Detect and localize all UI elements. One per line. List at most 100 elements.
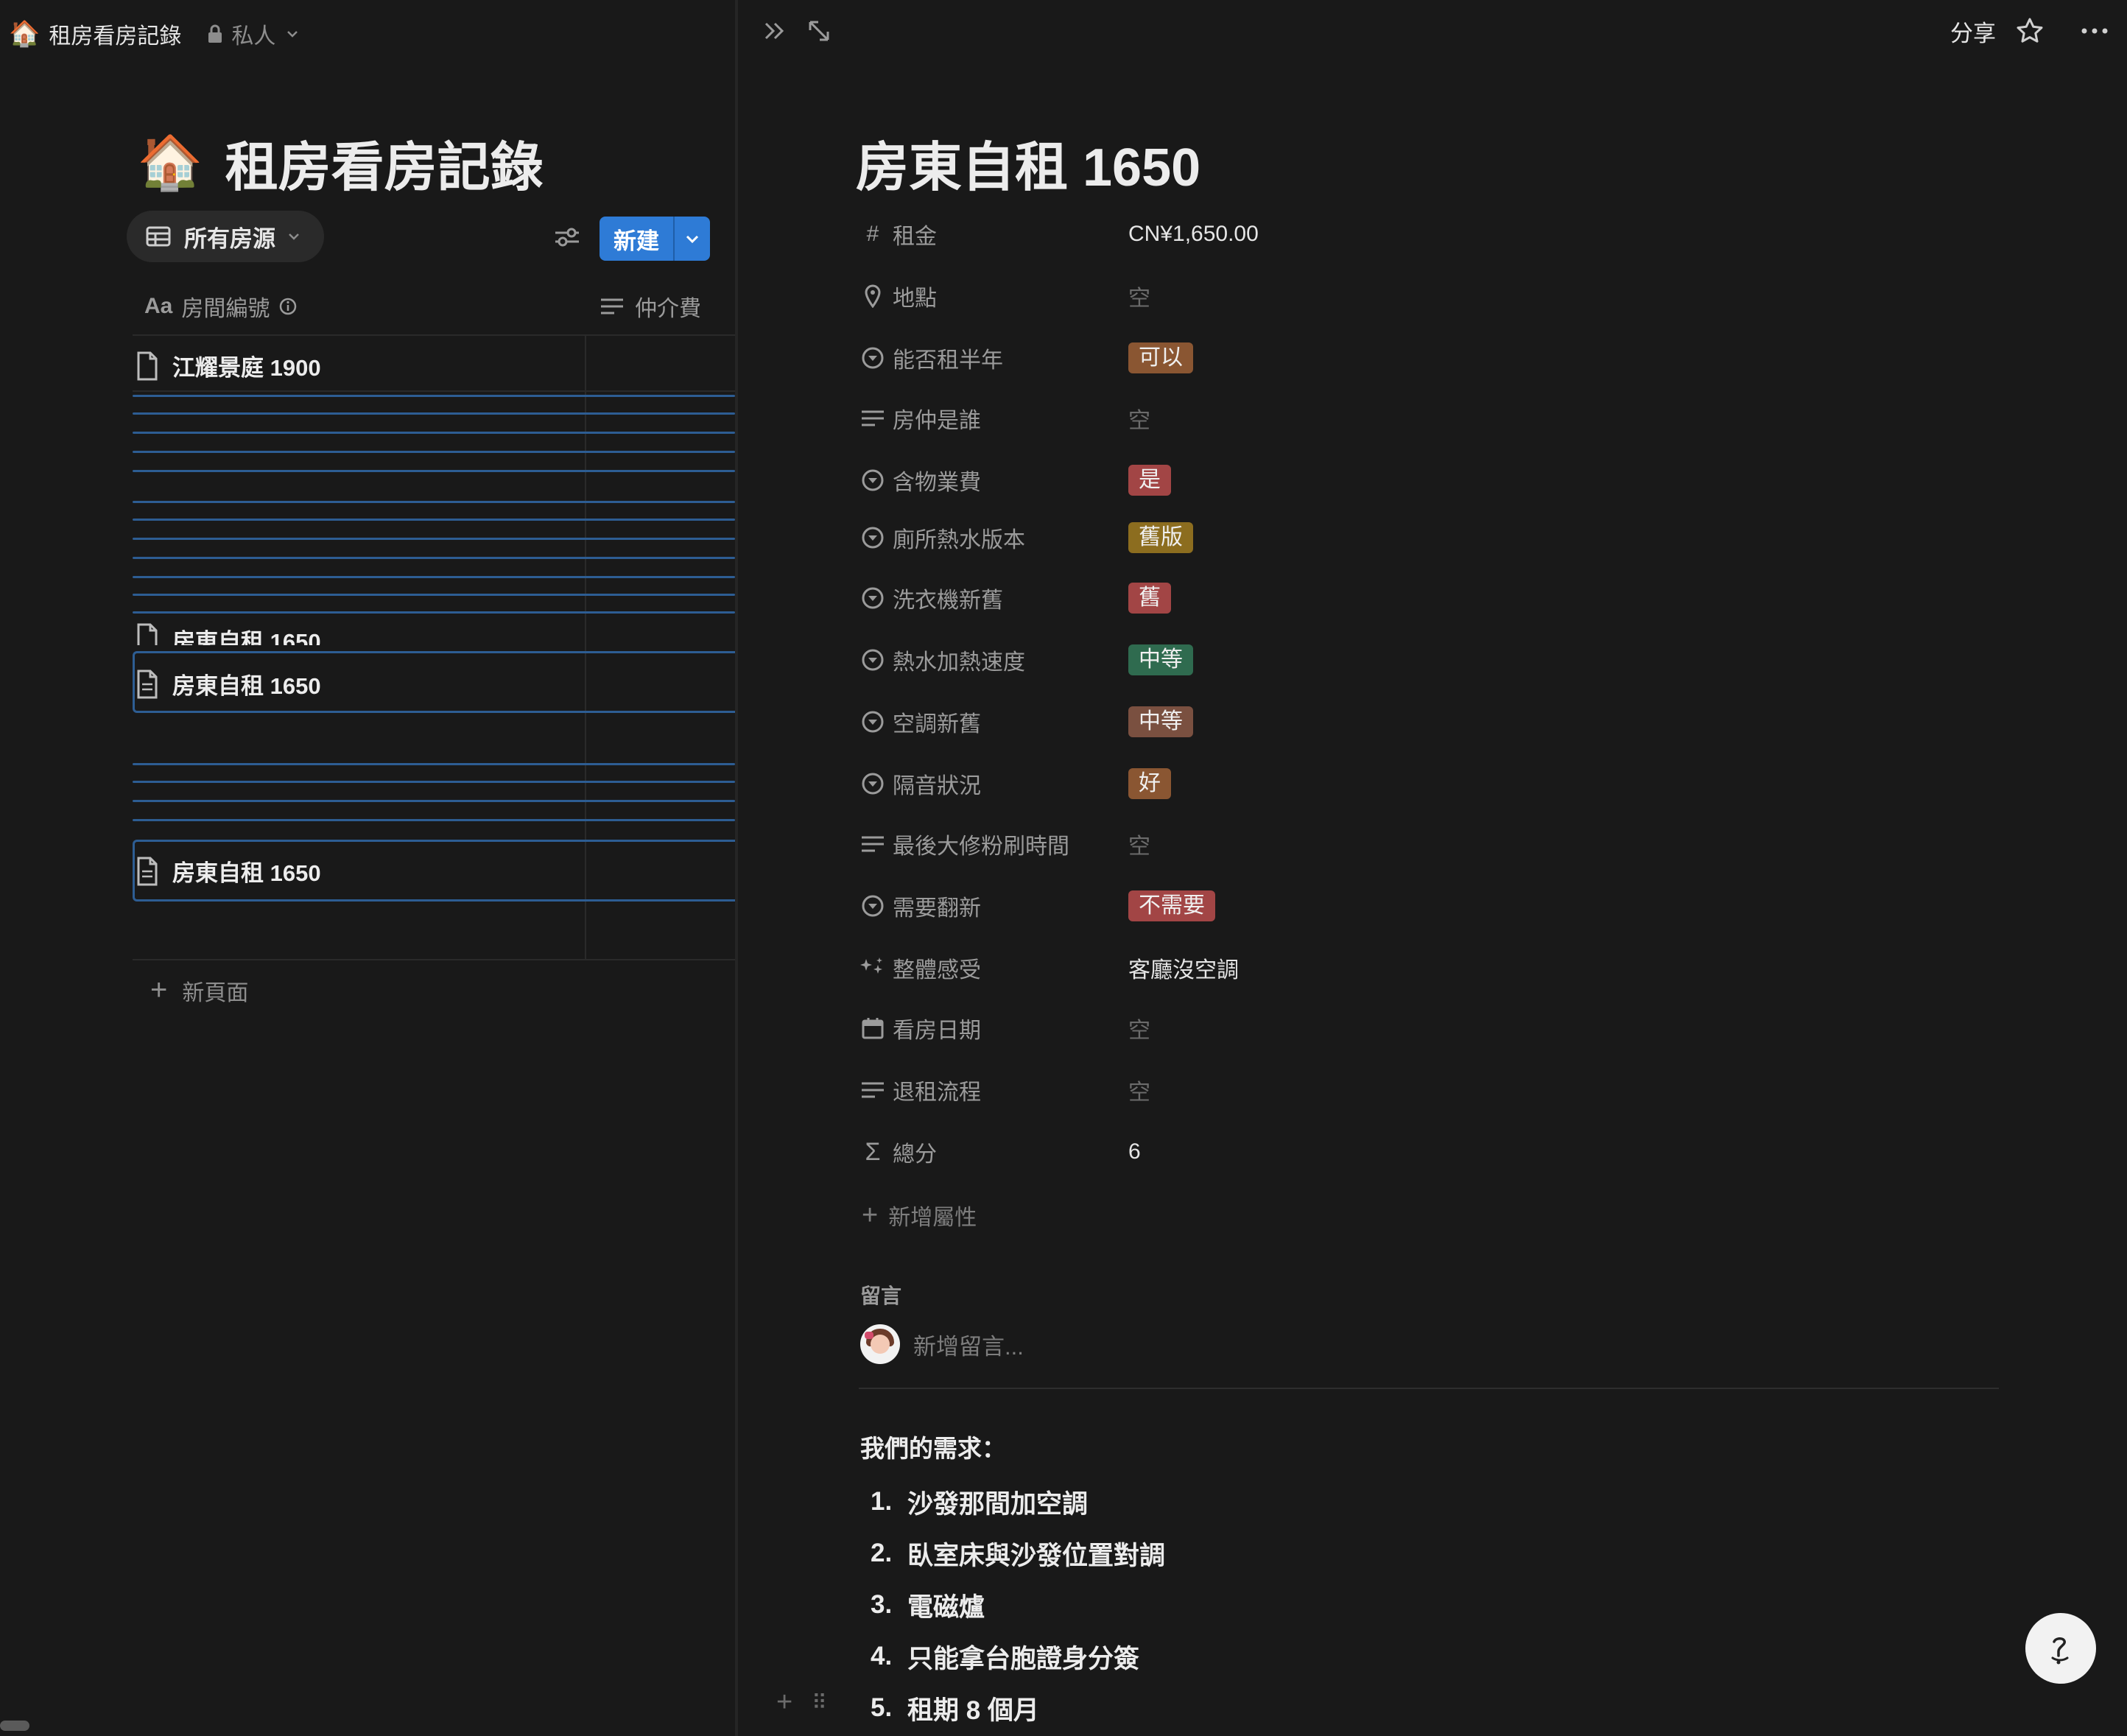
property-heating-speed[interactable]: 熱水加熱速度 中等 [860, 644, 1891, 676]
property-value[interactable]: 6 [1128, 1139, 1141, 1164]
filter-settings-icon[interactable] [551, 221, 583, 253]
selection-outline [133, 519, 735, 521]
property-name: 整體感受 [893, 958, 981, 983]
selection-outline [133, 763, 735, 765]
list-text: 租期 8 個月 [907, 1695, 1039, 1725]
page-peek-pane: 分享 房東自租 1650 # 租金 CN¥1,650.00 地點 空 能否租半年 … [738, 0, 2127, 1736]
property-half-year-lease[interactable]: 能否租半年 可以 [860, 342, 1891, 374]
property-agent[interactable]: 房仲是誰 空 [860, 402, 1891, 435]
property-value[interactable]: 空 [1128, 402, 1150, 435]
star-icon[interactable] [2015, 16, 2045, 46]
select-tag[interactable]: 舊 [1128, 583, 1171, 614]
needs-heading[interactable]: 我們的需求： [860, 1429, 1006, 1464]
property-name: 洗衣機新舊 [893, 588, 1003, 613]
list-item[interactable]: 3. 電磁爐 [871, 1579, 1165, 1631]
table-row[interactable]: 江耀景庭 1900 [136, 349, 321, 382]
horizontal-scrollbar[interactable] [0, 1721, 29, 1731]
property-name: 總分 [893, 1142, 937, 1167]
property-name: 看房日期 [893, 1019, 981, 1043]
property-name: 最後大修粉刷時間 [893, 834, 1069, 859]
number-icon: # [866, 222, 879, 246]
list-text: 臥室床與沙發位置對調 [907, 1541, 1166, 1570]
selection-outline [133, 557, 735, 559]
property-washer[interactable]: 洗衣機新舊 舊 [860, 582, 1891, 614]
comment-input[interactable]: 新增留言... [860, 1324, 1024, 1364]
list-item[interactable]: 1. 沙發那間加空調 [871, 1476, 1165, 1528]
text-icon [860, 1080, 885, 1100]
page-title[interactable]: 房東自租 1650 [856, 124, 1200, 201]
property-name: 需要翻新 [893, 896, 981, 921]
view-tab-label: 所有房源 [184, 225, 275, 252]
property-needs-renovation[interactable]: 需要翻新 不需要 [860, 890, 1891, 922]
add-block-icon[interactable]: + [776, 1687, 792, 1718]
drag-handle-icon[interactable]: ⠿ [812, 1690, 827, 1715]
property-overall-feeling[interactable]: 整體感受 客廳沒空調 [860, 952, 1891, 984]
property-rent[interactable]: # 租金 CN¥1,650.00 [860, 218, 1891, 250]
selection-outline [133, 594, 735, 596]
add-property-button[interactable]: + 新增屬性 [862, 1199, 977, 1231]
property-water-heater[interactable]: 廁所熱水版本 舊版 [860, 521, 1891, 554]
share-button[interactable]: 分享 [1950, 15, 1996, 48]
select-tag[interactable]: 是 [1128, 465, 1171, 496]
property-total-score[interactable]: Σ 總分 6 [860, 1136, 1891, 1168]
property-moveout-process[interactable]: 退租流程 空 [860, 1074, 1891, 1106]
privacy-selector[interactable]: 私人 [206, 18, 308, 50]
new-page-label: 新頁面 [182, 980, 249, 1005]
title-property-icon: Aa [144, 294, 173, 318]
column-header-room-id[interactable]: Aa 房間編號 [144, 290, 298, 323]
property-name: 廁所熱水版本 [893, 528, 1025, 552]
database-pane: 🏠 租房看房記錄 私人 🏠 租房看房記錄 所有房源 新建 Aa 房間編號 仲介費… [0, 0, 735, 1736]
select-tag[interactable]: 中等 [1128, 706, 1193, 737]
view-tab-all-listings[interactable]: 所有房源 [127, 211, 324, 262]
property-location[interactable]: 地點 空 [860, 280, 1891, 312]
new-button-dropdown[interactable] [675, 217, 710, 261]
property-value[interactable]: CN¥1,650.00 [1128, 222, 1259, 247]
select-tag[interactable]: 好 [1128, 768, 1171, 799]
property-name: 熱水加熱速度 [893, 650, 1025, 675]
select-tag[interactable]: 不需要 [1128, 890, 1215, 921]
select-icon [860, 772, 885, 795]
property-last-renovation[interactable]: 最後大修粉刷時間 空 [860, 828, 1891, 860]
property-aircon[interactable]: 空調新舊 中等 [860, 706, 1891, 738]
column-header-agency-fee[interactable]: 仲介費 [600, 290, 701, 323]
close-peek-icon[interactable] [762, 18, 788, 44]
property-viewing-date[interactable]: 看房日期 空 [860, 1012, 1891, 1044]
ai-sparkle-icon [860, 956, 885, 980]
property-value[interactable]: 空 [1128, 828, 1150, 860]
database-title-text[interactable]: 租房看房記錄 [225, 124, 544, 201]
breadcrumb-title[interactable]: 租房看房記錄 [49, 18, 181, 50]
select-tag[interactable]: 舊版 [1128, 522, 1193, 553]
property-name: 能否租半年 [893, 348, 1003, 373]
chevron-down-icon [289, 233, 299, 240]
breadcrumb[interactable]: 🏠 租房看房記錄 私人 [9, 16, 308, 52]
selection-outline [133, 819, 735, 821]
list-text: 沙發那間加空調 [907, 1489, 1089, 1519]
property-soundproofing[interactable]: 隔音狀況 好 [860, 767, 1891, 800]
comment-placeholder: 新增留言... [913, 1333, 1024, 1360]
property-value[interactable]: 空 [1128, 280, 1150, 312]
more-options-icon[interactable] [2078, 16, 2111, 46]
property-management-fee[interactable]: 含物業費 是 [860, 464, 1891, 496]
table-row[interactable]: 房東自租 1650 [136, 854, 321, 888]
list-number: 4. [871, 1642, 893, 1670]
property-value[interactable]: 客廳沒空調 [1128, 952, 1239, 984]
list-item[interactable]: 4. 只能拿台胞證身分簽 [871, 1631, 1165, 1682]
text-icon [860, 834, 885, 854]
new-button[interactable]: 新建 [600, 217, 673, 261]
select-icon [860, 710, 885, 734]
select-tag[interactable]: 中等 [1128, 644, 1193, 675]
property-name: 退租流程 [893, 1080, 981, 1105]
list-number: 2. [871, 1539, 893, 1567]
property-value[interactable]: 空 [1128, 1074, 1150, 1106]
new-page-button[interactable]: + 新頁面 [150, 974, 248, 1007]
help-button[interactable] [2025, 1613, 2096, 1684]
table-row[interactable]: 房東自租 1650 [136, 667, 321, 700]
property-value[interactable]: 空 [1128, 1012, 1150, 1044]
list-item[interactable]: 5. 租期 8 個月 [871, 1682, 1165, 1734]
list-item[interactable]: 2. 臥室床與沙發位置對調 [871, 1528, 1165, 1579]
expand-icon[interactable] [806, 18, 832, 44]
select-tag[interactable]: 可以 [1128, 342, 1193, 373]
help-face-icon [2051, 1637, 2069, 1665]
page-icon [137, 351, 158, 380]
new-button-group: 新建 [600, 217, 710, 261]
